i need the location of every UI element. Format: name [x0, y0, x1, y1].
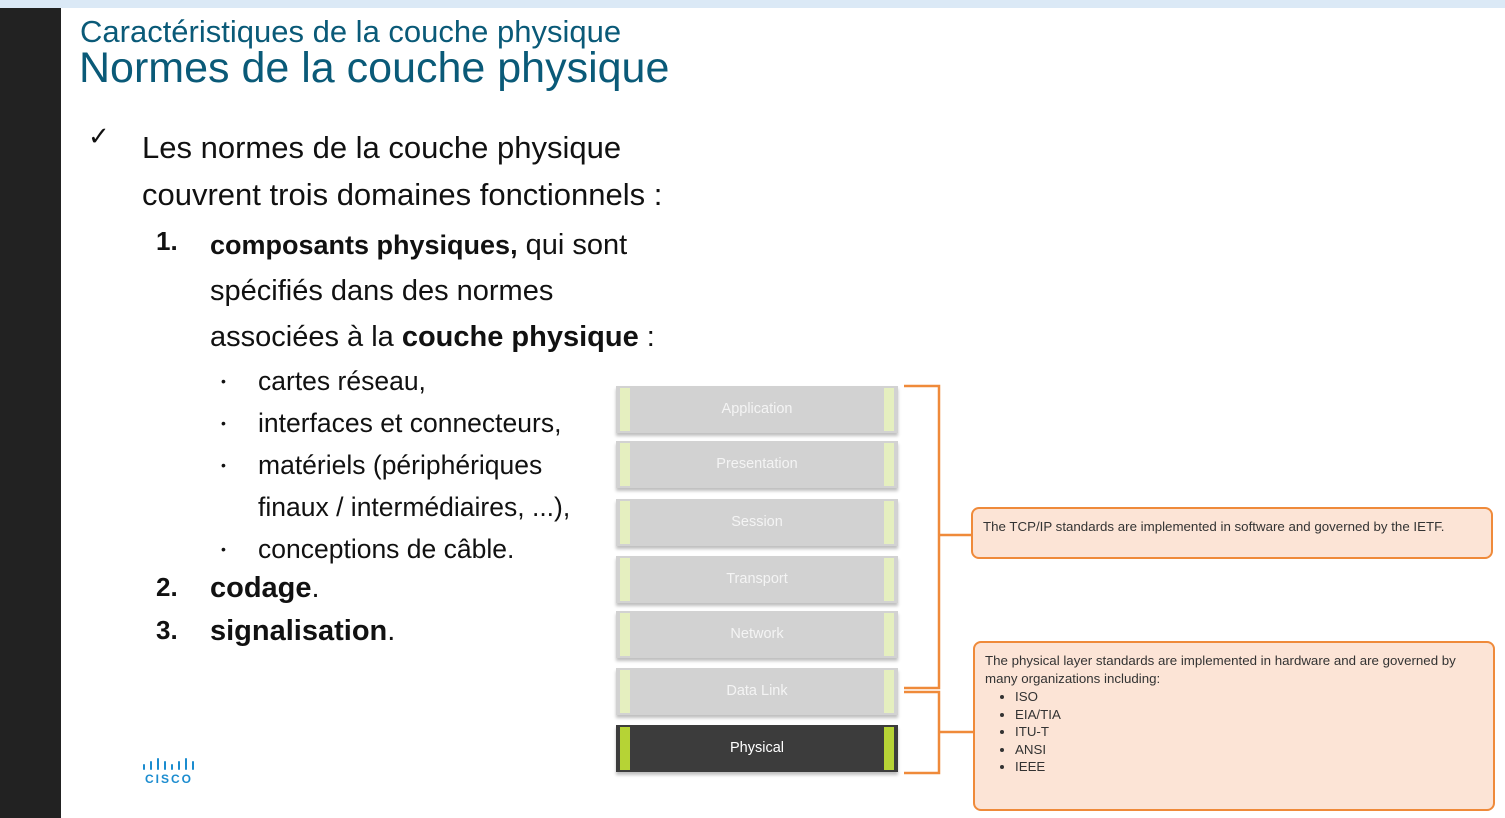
organizations-list: ISO EIA/TIA ITU-T ANSI IEEE: [985, 688, 1483, 776]
physical-bracket: [904, 690, 941, 775]
tcpip-standards-callout: The TCP/IP standards are implemented in …: [971, 507, 1493, 559]
list-item: ISO: [1015, 688, 1483, 706]
list-item: EIA/TIA: [1015, 706, 1483, 724]
list-item: IEEE: [1015, 758, 1483, 776]
list-item: ITU-T: [1015, 723, 1483, 741]
physical-standards-callout: The physical layer standards are impleme…: [973, 641, 1495, 811]
list-item: ANSI: [1015, 741, 1483, 759]
tcpip-callout-text: The TCP/IP standards are implemented in …: [983, 519, 1445, 534]
cisco-logo: CISCO: [140, 756, 198, 786]
physical-callout-text: The physical layer standards are impleme…: [985, 653, 1456, 686]
cisco-wordmark: CISCO: [145, 772, 194, 786]
tcpip-bracket: [904, 384, 941, 690]
cisco-bars-icon: [143, 758, 194, 770]
